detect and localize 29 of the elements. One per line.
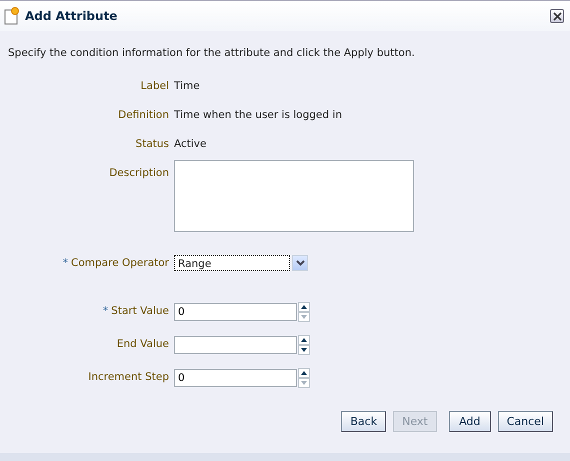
field-value: Time when the user is logged in (174, 108, 342, 122)
increment-arrow-icon[interactable] (298, 302, 310, 312)
dialog-button[interactable]: Cancel (498, 411, 553, 432)
increment-arrow-icon[interactable] (298, 368, 310, 378)
field-label: Start Value (111, 305, 169, 317)
field-value: Time (174, 79, 200, 93)
field-label: End Value (116, 338, 169, 350)
dialog-button[interactable]: Add (448, 411, 491, 432)
field-label: Label (140, 80, 169, 92)
increment-arrow-icon[interactable] (298, 335, 310, 345)
close-button[interactable] (550, 9, 564, 23)
number-field[interactable]: 0 (174, 369, 297, 387)
dialog-title: Add Attribute (25, 9, 118, 23)
number-field[interactable]: 0 (174, 303, 297, 321)
required-mark: * (62, 257, 68, 269)
document-icon (4, 7, 20, 25)
instructions-text: Specify the condition information for the attribute and click the Apply button. (8, 47, 416, 59)
dialog-button[interactable]: Back (341, 411, 386, 432)
number-field[interactable] (174, 336, 297, 354)
required-mark: * (102, 305, 108, 317)
field-label: Definition (118, 109, 169, 121)
field-value: Active (174, 137, 206, 151)
chevron-down-icon (296, 260, 304, 266)
decrement-arrow-icon[interactable] (298, 345, 310, 355)
field-label: Increment Step (88, 371, 169, 383)
field-label: Compare Operator (71, 257, 169, 269)
description-field[interactable] (174, 160, 414, 232)
field-label: Description (109, 167, 169, 179)
field-label: Status (136, 138, 169, 150)
